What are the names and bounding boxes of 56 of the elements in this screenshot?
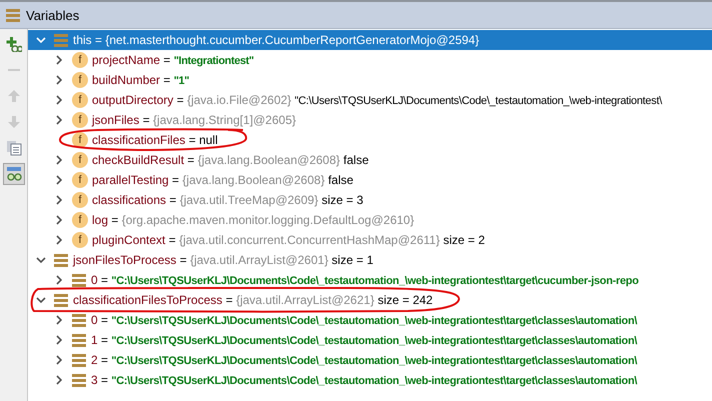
field-icon: f [72,92,88,108]
variable-text: pluginContext = {java.util.concurrent.ConcurrentHashMap@2611} size = 2 [92,233,485,247]
variable-text: jsonFiles = {java.lang.String[1]@2605} [92,113,296,127]
tree-row[interactable]: f pluginContext = {java.util.concurrent.ConcurrentHashMap@2611} size = 2 [28,230,712,250]
stack-icon [72,374,86,386]
field-icon: f [72,212,88,228]
tree-row[interactable]: f checkBuildResult = {java.lang.Boolean@2608} false [28,150,712,170]
variable-text: projectName = "Integrationtest" [92,52,254,68]
field-icon: f [72,172,88,188]
panel-title: Variables [26,8,80,22]
variable-text: 3 = "C:\Users\TQSUserKLJ\Documents\Code\_testautomation_\web-integrationtest\target\classes\automation\ [91,372,638,388]
stack-icon [54,294,68,306]
variable-text: this = {net.masterthought.cucumber.CucumberReportGeneratorMojo@2594} [73,33,480,47]
tree-row[interactable]: 0 = "C:\Users\TQSUserKLJ\Documents\Code\_testautomation_\web-integrationtest\target\classes\automation\ [28,310,712,330]
variable-text: log = {org.apache.maven.monitor.logging.DefaultLog@2610} [92,213,414,227]
tree-row[interactable]: f buildNumber = "1" [28,70,712,90]
field-icon: f [72,112,88,128]
stack-icon [72,274,86,286]
tree-row[interactable]: 1 = "C:\Users\TQSUserKLJ\Documents\Code\_testautomation_\web-integrationtest\target\classes\automation\ [28,330,712,350]
variable-text: 2 = "C:\Users\TQSUserKLJ\Documents\Code\_testautomation_\web-integrationtest\target\classes\automation\ [91,352,638,368]
stack-icon [54,254,68,266]
tree-row[interactable]: f log = {org.apache.maven.monitor.logging.DefaultLog@2610} [28,210,712,230]
stack-icon [72,314,86,326]
tree-row[interactable]: this = {net.masterthought.cucumber.CucumberReportGeneratorMojo@2594} [28,30,712,50]
variable-text: classifications = {java.util.TreeMap@2609} size = 3 [92,193,364,207]
tree-row[interactable]: classificationFilesToProcess = {java.util.ArrayList@2621} size = 242 [28,290,712,310]
field-icon: f [72,72,88,88]
tree-row[interactable]: 3 = "C:\Users\TQSUserKLJ\Documents\Code\_testautomation_\web-integrationtest\target\classes\automation\ [28,370,712,390]
variable-text: checkBuildResult = {java.lang.Boolean@2608} false [92,153,369,167]
variable-text: jsonFilesToProcess = {java.util.ArrayList@2601} size = 1 [73,253,374,267]
variable-text: 1 = "C:\Users\TQSUserKLJ\Documents\Code\_testautomation_\web-integrationtest\target\classes\automation\ [91,332,638,348]
stack-icon [72,354,86,366]
field-icon: f [72,232,88,248]
glasses-icon[interactable] [2,163,24,185]
tree-row[interactable]: 2 = "C:\Users\TQSUserKLJ\Documents\Code\_testautomation_\web-integrationtest\target\classes\automation\ [28,350,712,370]
variable-text: classificationFiles = null [92,133,218,147]
tree-row[interactable]: f parallelTesting = {java.lang.Boolean@2608} false [28,170,712,190]
variable-text: outputDirectory = {java.io.File@2602} "C:\Users\TQSUserKLJ\Documents\Code\_testautomation_\web-integrationtest\ [92,92,662,108]
field-icon: f [72,52,88,68]
variable-text: classificationFilesToProcess = {java.util.ArrayList@2621} size = 242 [73,293,433,307]
tree-row[interactable]: f classifications = {java.util.TreeMap@2609} size = 3 [28,190,712,210]
variable-text: 0 = "C:\Users\TQSUserKLJ\Documents\Code\_testautomation_\web-integrationtest\target\classes\automation\ [91,312,638,328]
stack-icon [72,334,86,346]
field-icon: f [72,152,88,168]
variable-text: 0 = "C:\Users\TQSUserKLJ\Documents\Code\_testautomation_\web-integrationtest\target\cucumber-json-repo [91,272,639,288]
tree-row[interactable]: f projectName = "Integrationtest" [28,50,712,70]
stack-icon [54,34,68,46]
tree-row[interactable]: f jsonFiles = {java.lang.String[1]@2605} [28,110,712,130]
tree-row[interactable]: jsonFilesToProcess = {java.util.ArrayList@2601} size = 1 [28,250,712,270]
tree-row[interactable]: f classificationFiles = null [28,130,712,150]
variable-text: buildNumber = "1" [92,72,190,88]
variables-icon [6,8,20,22]
tree-row[interactable]: 0 = "C:\Users\TQSUserKLJ\Documents\Code\_testautomation_\web-integrationtest\target\cucumber-json-repo [28,270,712,290]
tree-row[interactable]: f outputDirectory = {java.io.File@2602} "C:\Users\TQSUserKLJ\Documents\Code\_testautomation_\web-integrationtest\ [28,90,712,110]
variable-text: parallelTesting = {java.lang.Boolean@2608} false [92,173,354,187]
field-icon: f [72,192,88,208]
